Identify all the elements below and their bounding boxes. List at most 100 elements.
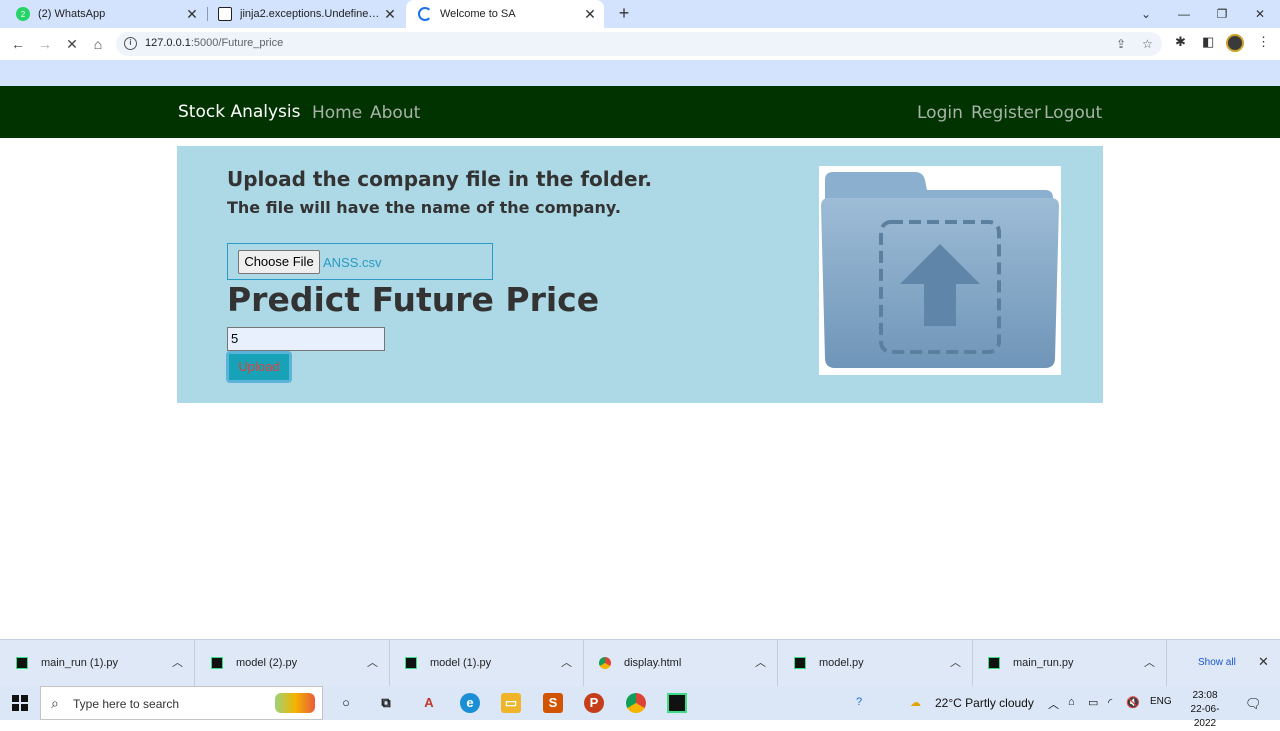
file-input[interactable]: Choose File ANSS.csv [227, 243, 493, 280]
acrobat-icon[interactable]: A [419, 693, 439, 713]
tab-title: (2) WhatsApp [38, 8, 106, 20]
close-window-button[interactable]: ✕ [1241, 0, 1279, 28]
upload-button[interactable]: Upload [226, 351, 292, 383]
file-explorer-icon[interactable]: ▭ [501, 693, 521, 713]
address-bar[interactable]: i 127.0.0.1:5000/Future_price ⇪ ☆ [116, 32, 1162, 56]
tab-welcome-to-sa[interactable]: Welcome to SA ✕ [406, 0, 604, 28]
restore-button[interactable]: ❐ [1203, 0, 1241, 28]
tab-search-chevron-icon[interactable]: ⌄ [1127, 0, 1165, 28]
language-indicator[interactable]: ENG [1150, 696, 1172, 707]
stop-loading-icon[interactable]: ✕ [62, 34, 82, 54]
system-clock[interactable]: 23:08 22-06-2022 [1180, 689, 1230, 731]
tab-whatsapp[interactable]: 2 (2) WhatsApp ✕ [10, 0, 206, 28]
chevron-up-icon[interactable]: ︿ [561, 654, 572, 670]
whatsapp-icon: 2 [16, 7, 30, 21]
back-arrow-icon[interactable]: ← [8, 34, 28, 54]
upload-heading: Upload the company file in the folder. [227, 167, 653, 191]
close-tab-icon[interactable]: ✕ [382, 6, 398, 23]
choose-file-button[interactable]: Choose File [238, 250, 320, 274]
tab-separator [207, 7, 208, 21]
pycharm-icon[interactable] [667, 693, 687, 713]
pycharm-icon [794, 657, 806, 669]
web-page: Stock Analysis Home About Login Register… [0, 86, 1280, 639]
browser-tab-strip: 2 (2) WhatsApp ✕ jinja2.exceptions.Undef… [0, 0, 1280, 28]
download-file-name: main_run.py [1013, 657, 1074, 669]
folder-upload-icon [821, 172, 1059, 368]
download-file-name: main_run (1).py [41, 657, 119, 669]
edge-icon[interactable]: e [460, 693, 480, 713]
chevron-up-icon[interactable]: ︿ [172, 654, 183, 670]
nav-register-link[interactable]: Register [971, 103, 1041, 123]
new-tab-button[interactable]: + [614, 3, 634, 23]
menu-kebab-icon[interactable]: ⋮ [1257, 34, 1270, 50]
nav-about-link[interactable]: About [370, 103, 420, 123]
notification-icon[interactable]: 🗨 [1245, 696, 1262, 712]
folder-upload-image [819, 166, 1061, 375]
site-brand[interactable]: Stock Analysis [178, 102, 301, 122]
chevron-up-icon[interactable]: ︿ [367, 654, 378, 670]
powerpoint-icon[interactable]: P [584, 693, 604, 713]
flask-icon [218, 7, 232, 21]
search-highlight-icon [275, 693, 315, 713]
taskbar-search-box[interactable]: ⌕ Type here to search [40, 686, 323, 720]
clock-date: 22-06-2022 [1190, 704, 1220, 729]
download-item[interactable]: model.py ︿ [778, 640, 973, 687]
tab-jinja-error[interactable]: jinja2.exceptions.UndefinedError ✕ [212, 0, 404, 28]
chrome-icon[interactable] [626, 693, 646, 713]
chevron-up-icon[interactable]: ︿ [755, 654, 766, 670]
download-file-name: model (2).py [236, 657, 298, 669]
volume-muted-icon[interactable]: 🔇 [1126, 696, 1140, 709]
pycharm-icon [16, 657, 28, 669]
search-icon: ⌕ [51, 695, 59, 711]
download-file-name: display.html [624, 657, 682, 669]
nav-home-link[interactable]: Home [312, 103, 362, 123]
chevron-up-icon[interactable]: ︿ [1144, 654, 1155, 670]
selected-file-name: ANSS.csv [323, 255, 382, 270]
download-item[interactable]: display.html ︿ [583, 640, 778, 687]
extensions-puzzle-icon[interactable]: ✱ [1175, 34, 1186, 50]
windows-start-icon[interactable] [12, 695, 28, 711]
download-item[interactable]: model (1).py ︿ [389, 640, 584, 687]
battery-icon[interactable]: ▭ [1088, 696, 1098, 709]
divider [1166, 640, 1167, 687]
task-view-icon[interactable]: ⧉ [376, 693, 396, 713]
upload-panel: Upload the company file in the folder. T… [177, 146, 1103, 403]
share-icon[interactable]: ⇪ [1116, 37, 1126, 51]
show-hidden-icons-chevron[interactable]: ︿ [1048, 696, 1059, 712]
site-info-icon[interactable]: i [124, 37, 137, 50]
days-input[interactable]: 5 [227, 327, 385, 351]
sublime-text-icon[interactable]: S [543, 693, 563, 713]
close-tab-icon[interactable]: ✕ [184, 6, 200, 23]
wifi-icon[interactable]: ◜ [1108, 696, 1112, 709]
forward-arrow-icon[interactable]: → [35, 34, 55, 54]
nav-logout-link[interactable]: Logout [1044, 103, 1102, 123]
profile-avatar[interactable] [1226, 34, 1244, 52]
bookmark-star-icon[interactable]: ☆ [1142, 37, 1153, 51]
predict-title: Predict Future Price [227, 280, 600, 319]
chrome-icon [599, 657, 611, 669]
cortana-icon[interactable]: ○ [336, 693, 356, 713]
loading-spinner-icon [418, 7, 432, 21]
weather-text[interactable]: 22°C Partly cloudy [935, 696, 1034, 710]
nav-login-link[interactable]: Login [917, 103, 963, 123]
bookmarks-bar [0, 60, 1280, 86]
download-item[interactable]: main_run.py ︿ [972, 640, 1167, 687]
side-panel-icon[interactable]: ◧ [1202, 34, 1214, 50]
upload-subheading: The file will have the name of the compa… [227, 198, 621, 217]
close-downloads-icon[interactable]: ✕ [1258, 654, 1269, 670]
download-item[interactable]: main_run (1).py ︿ [0, 640, 195, 687]
network-icon[interactable]: ⌂ [1068, 696, 1075, 708]
downloads-bar: main_run (1).py ︿ model (2).py ︿ model (… [0, 639, 1280, 687]
download-item[interactable]: model (2).py ︿ [195, 640, 390, 687]
minimize-button[interactable]: — [1165, 0, 1203, 28]
pycharm-icon [211, 657, 223, 669]
clock-time: 23:08 [1192, 690, 1218, 701]
close-tab-icon[interactable]: ✕ [582, 6, 598, 23]
download-file-name: model.py [819, 657, 864, 669]
help-icon[interactable]: ? [856, 696, 862, 708]
home-icon[interactable]: ⌂ [88, 34, 108, 54]
url-text[interactable]: 127.0.0.1:5000/Future_price [145, 37, 283, 49]
chevron-up-icon[interactable]: ︿ [950, 654, 961, 670]
tab-title: Welcome to SA [440, 8, 516, 20]
show-all-downloads-link[interactable]: Show all [1198, 657, 1236, 668]
